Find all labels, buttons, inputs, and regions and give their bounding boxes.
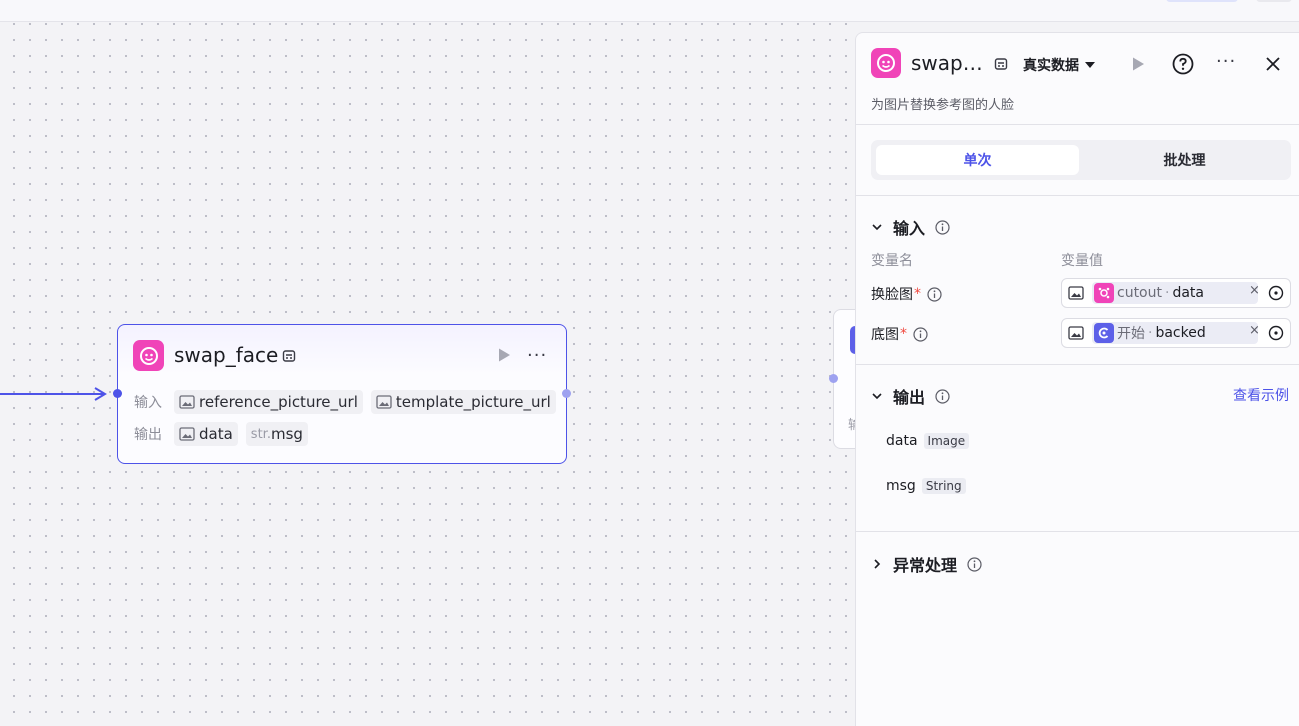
data-mode-label: 真实数据 <box>1023 58 1079 74</box>
outputs-label: 输出 <box>134 427 162 443</box>
column-header-name: 变量名 <box>871 253 913 269</box>
play-icon[interactable] <box>1130 56 1146 72</box>
start-icon <box>1094 323 1114 343</box>
exception-section-header[interactable]: 异常处理 <box>871 552 982 576</box>
node-input-port[interactable] <box>829 374 838 383</box>
cutout-icon <box>1094 283 1114 303</box>
topbar-button-secondary[interactable] <box>1256 0 1292 2</box>
workflow-canvas[interactable]: swap_face ··· 输入 reference_picture_url t… <box>0 22 855 726</box>
variable-value-field[interactable]: 开始 · backed × <box>1061 318 1291 348</box>
input-chip: reference_picture_url <box>174 390 363 414</box>
caret-down-icon <box>1085 62 1095 68</box>
required-marker: * <box>914 286 921 302</box>
variable-reference[interactable]: cutout · data <box>1092 282 1258 304</box>
next-node-partial[interactable]: 输 <box>829 309 855 449</box>
output-chip: str. msg <box>245 422 308 446</box>
chevron-down-icon <box>872 224 882 231</box>
data-mode-select[interactable]: 真实数据 <box>1023 55 1095 75</box>
help-icon[interactable] <box>1172 53 1194 75</box>
reference-source: 开始 <box>1117 326 1145 342</box>
partial-node-label: 输 <box>848 418 855 433</box>
output-item: msg String <box>886 478 966 494</box>
input-chip: template_picture_url <box>370 390 556 414</box>
chevron-right-icon <box>874 559 881 569</box>
image-icon <box>1068 286 1084 300</box>
reference-field: backed <box>1155 325 1206 341</box>
info-icon[interactable] <box>967 556 982 572</box>
panel-title[interactable]: swap… <box>911 51 983 75</box>
panel-description: 为图片替换参考图的人脸 <box>871 98 1015 113</box>
image-icon <box>179 395 195 409</box>
variable-reference[interactable]: 开始 · backed <box>1092 322 1258 344</box>
output-section-header[interactable]: 输出 <box>871 384 950 408</box>
connection-edge <box>0 393 104 395</box>
face-icon <box>133 340 164 371</box>
divider <box>856 531 1299 532</box>
run-mode-tabs: 单次 批处理 <box>871 140 1291 180</box>
node-outputs-row: 输出 data str. msg <box>134 422 308 446</box>
variable-label: 换脸图 <box>871 287 913 303</box>
swap-face-node[interactable]: swap_face ··· 输入 reference_picture_url t… <box>113 324 571 464</box>
info-icon[interactable] <box>935 388 950 404</box>
image-icon <box>179 427 195 441</box>
required-marker: * <box>900 326 907 342</box>
play-icon[interactable] <box>496 347 512 363</box>
variable-name: 换脸图 * <box>871 284 942 304</box>
target-icon[interactable] <box>1268 325 1284 341</box>
tab-batch[interactable]: 批处理 <box>1083 145 1286 175</box>
view-example-link[interactable]: 查看示例 <box>1233 385 1289 405</box>
output-item: data Image <box>886 433 970 449</box>
edge-arrow-icon <box>94 387 107 401</box>
info-icon[interactable] <box>935 219 950 235</box>
node-inputs-row: 输入 reference_picture_url template_pictur… <box>134 390 556 414</box>
string-type-prefix: str. <box>250 426 271 442</box>
image-icon <box>376 395 392 409</box>
input-name: reference_picture_url <box>199 393 358 411</box>
topbar-button[interactable] <box>1166 0 1238 2</box>
node-title: swap_face <box>174 343 279 367</box>
top-bar <box>0 0 1299 22</box>
clear-icon[interactable]: × <box>1249 323 1260 338</box>
clear-icon[interactable]: × <box>1249 283 1260 298</box>
node-output-port[interactable] <box>562 389 571 398</box>
info-icon[interactable] <box>913 326 928 342</box>
variable-value-field[interactable]: cutout · data × <box>1061 278 1291 308</box>
target-icon[interactable] <box>1268 285 1284 301</box>
reference-source: cutout <box>1117 285 1162 301</box>
inputs-label: 输入 <box>134 395 162 411</box>
reference-separator: · <box>1148 325 1153 341</box>
workflow-tag-icon <box>282 350 296 362</box>
input-name: template_picture_url <box>395 393 551 411</box>
type-badge: Image <box>923 433 970 449</box>
output-section-title: 输出 <box>893 388 926 407</box>
divider <box>856 364 1299 365</box>
face-icon <box>871 48 901 78</box>
reference-separator: · <box>1165 285 1170 301</box>
output-name: data <box>886 433 918 449</box>
more-icon[interactable]: ··· <box>1216 51 1236 72</box>
tab-single[interactable]: 单次 <box>876 145 1079 175</box>
divider <box>856 124 1299 125</box>
info-icon[interactable] <box>927 286 942 302</box>
workflow-tag-icon <box>994 58 1008 70</box>
variable-label: 底图 <box>871 327 899 343</box>
input-section-header[interactable]: 输入 <box>871 215 950 239</box>
output-chip: data <box>174 422 238 446</box>
output-name: msg <box>886 478 916 494</box>
output-name: msg <box>270 425 303 443</box>
exception-section-title: 异常处理 <box>893 556 958 575</box>
node-input-port[interactable] <box>113 389 122 398</box>
image-icon <box>1068 326 1084 340</box>
node-config-panel: swap… 真实数据 ··· 为图片替换参考图的人脸 单次 批处理 输入 变量名… <box>855 32 1299 726</box>
column-header-value: 变量值 <box>1061 253 1103 269</box>
chevron-down-icon <box>872 393 882 400</box>
type-badge: String <box>921 478 966 494</box>
close-icon[interactable] <box>1264 55 1282 73</box>
more-icon[interactable]: ··· <box>527 345 547 366</box>
input-section-title: 输入 <box>893 219 926 238</box>
divider <box>856 195 1299 196</box>
reference-field: data <box>1172 285 1204 301</box>
output-name: data <box>199 425 233 443</box>
variable-name: 底图 * <box>871 324 928 344</box>
